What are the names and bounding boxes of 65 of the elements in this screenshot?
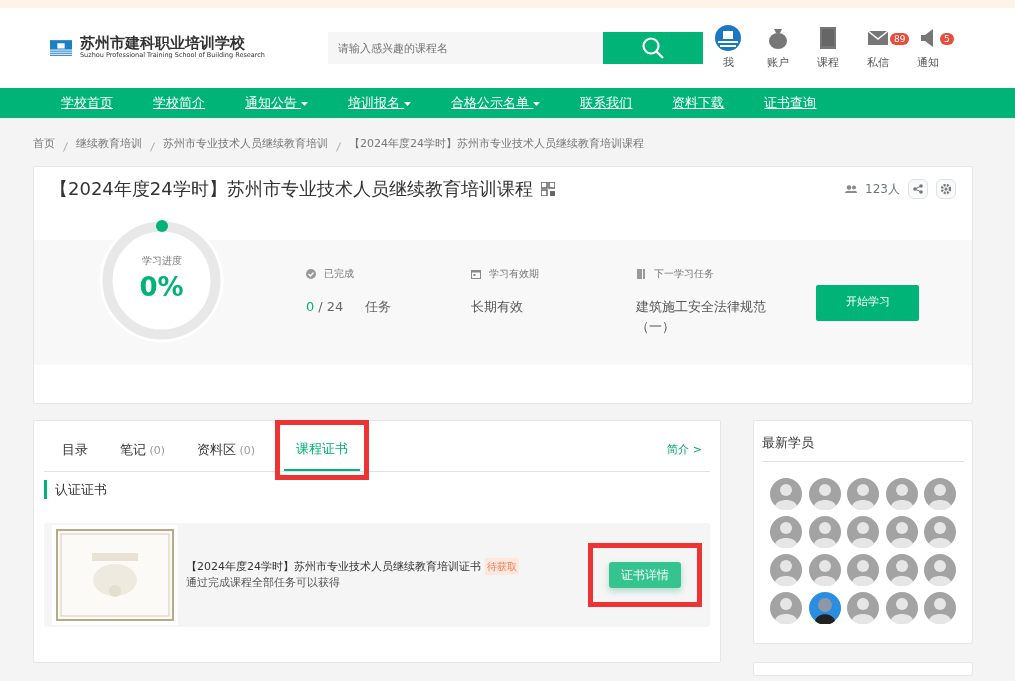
tab[interactable]: 笔记 (0) [108, 430, 178, 470]
certificate-description: 通过完成课程全部任务可以获得 [186, 575, 341, 592]
progress-marker [155, 220, 168, 232]
tab[interactable]: 目录 [50, 430, 100, 470]
breadcrumb-link[interactable]: 继续教育培训 [76, 136, 142, 158]
tab[interactable]: 资料区 (0) [185, 430, 268, 470]
nav-link[interactable]: 合格公示名单 [431, 88, 561, 118]
breadcrumb-link[interactable]: 首页 [33, 136, 55, 158]
student-count: 123人 [865, 180, 900, 198]
settings-button[interactable] [936, 178, 956, 199]
nav-link[interactable]: 学校简介 [133, 88, 225, 118]
caret-icon [533, 101, 541, 106]
tab[interactable]: 课程证书 [284, 429, 361, 471]
count-badge: 5 [940, 32, 954, 45]
completed-count: 0 [306, 298, 315, 316]
calendar-icon [471, 268, 481, 279]
qr-code-icon[interactable] [540, 181, 555, 196]
breadcrumb-link[interactable]: 【2024年度24学时】苏州市专业技术人员继续教育培训课程 [349, 136, 644, 158]
count-badge: 89 [890, 32, 910, 45]
breadcrumb-link[interactable]: 苏州市专业技术人员继续教育培训 [163, 136, 328, 158]
breadcrumb-separator [150, 142, 155, 152]
course-title: 【2024年度24学时】苏州市专业技术人员继续教育培训课程 [50, 177, 533, 201]
user-menu-label[interactable]: 私信 [867, 54, 889, 72]
progress-value: 0% [139, 271, 184, 304]
stat-value: 长期有效 [471, 298, 524, 316]
start-button[interactable]: 开始学习 [816, 284, 919, 321]
nav-link[interactable]: 学校首页 [41, 88, 133, 118]
caret-icon [301, 101, 309, 106]
breadcrumb-separator [336, 142, 341, 152]
stat-label: 已完成 [324, 267, 354, 281]
user-menu-label[interactable]: 通知 [917, 54, 939, 72]
unit-label: 任务 [365, 298, 392, 316]
stat-label: 下一学习任务 [654, 267, 714, 281]
total-count: / 24 [318, 298, 344, 316]
section-title: 认证证书 [44, 479, 710, 499]
caret-icon [404, 101, 412, 106]
school-name: 苏州市建科职业培训学校 [80, 34, 246, 52]
share-icon [913, 183, 923, 194]
user-menu-label[interactable]: 课程 [817, 54, 839, 72]
check-circle-icon [306, 268, 316, 279]
user-menu-label[interactable]: 我 [722, 54, 734, 72]
nav-link[interactable]: 通知公告 [225, 88, 329, 118]
search-icon [642, 37, 664, 59]
nav-link[interactable]: 证书查询 [744, 88, 837, 118]
settings-icon [941, 183, 951, 194]
stat-label: 学习有效期 [489, 267, 539, 281]
user-menu-label[interactable]: 账户 [767, 54, 789, 72]
avatar[interactable] [808, 591, 841, 624]
breadcrumb-separator [63, 142, 68, 152]
nav-link[interactable]: 资料下载 [652, 88, 745, 118]
card-title: 最新学员 [762, 435, 814, 450]
stat-value: 建筑施工安全法律规范（一） [636, 298, 767, 336]
logo-icon[interactable] [715, 24, 741, 51]
certificate-title: 【2024年度24学时】苏州市专业技术人员继续教育培训证书 [186, 558, 481, 575]
nav-link[interactable]: 联系我们 [560, 88, 653, 118]
intro-link[interactable]: 简介 > [667, 441, 702, 458]
status-tag: 待获取 [485, 558, 519, 576]
nav-link[interactable]: 培训报名 [328, 88, 432, 118]
progress-label: 学习进度 [140, 254, 183, 268]
certificate-details-button[interactable]: 证书详情 [609, 562, 681, 588]
search-field[interactable]: 请输入感兴趣的课程名 [328, 32, 603, 64]
share-button[interactable] [908, 178, 928, 199]
people-icon [845, 184, 858, 193]
search-button[interactable] [603, 32, 703, 64]
book-icon [636, 268, 646, 279]
